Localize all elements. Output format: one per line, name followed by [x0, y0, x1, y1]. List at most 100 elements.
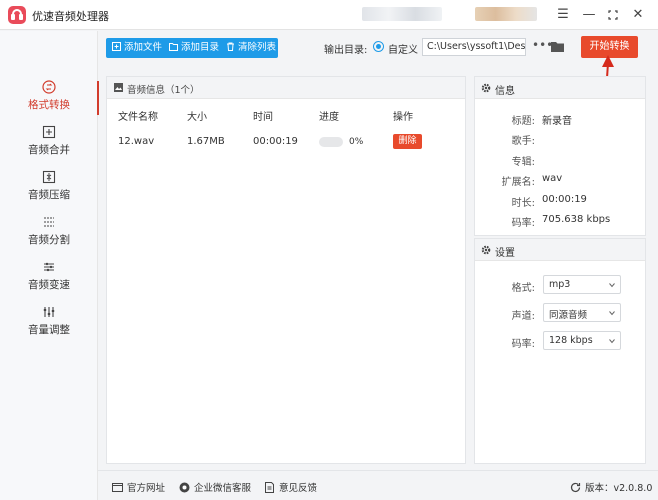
menu-icon[interactable]: ☰ [553, 5, 573, 25]
column-header-size: 大小 [187, 112, 207, 123]
footer: 官方网址 企业微信客服 意见反馈 版本：v2.0.8.0 [98, 470, 658, 500]
output-path-field[interactable]: C:\Users\yssoft1\Deskt [422, 38, 526, 56]
image-icon [114, 83, 123, 92]
folder-icon [169, 43, 178, 51]
column-header-progress: 进度 [319, 112, 339, 123]
merge-icon [42, 125, 56, 139]
version-info: 版本：v2.0.8.0 [570, 480, 652, 494]
sidebar-item-label: 格式转换 [28, 99, 70, 111]
sidebar-item-label: 音频压缩 [28, 189, 70, 201]
sidebar-item-format-convert[interactable]: 格式转换 [0, 75, 99, 120]
gear-icon [481, 83, 491, 93]
info-label-bitrate: 码率: [511, 218, 535, 229]
official-website-label: 官方网址 [127, 483, 166, 494]
sidebar-item-label: 音频合并 [28, 144, 70, 156]
info-title: 信息 [495, 86, 515, 97]
audio-list-panel: 音频信息（1个） 文件名称 大小 时间 进度 操作 12.wav 1.67MB … [106, 76, 466, 464]
progress-text: 0% [349, 137, 364, 147]
add-folder-label: 添加目录 [181, 42, 220, 53]
close-button[interactable]: ✕ [628, 5, 648, 25]
more-options-button[interactable]: ••• [532, 38, 553, 56]
minimize-button[interactable]: — [579, 5, 599, 25]
add-file-icon [112, 42, 121, 51]
info-value-title: 新录音 [542, 116, 572, 127]
column-header-action: 操作 [393, 112, 413, 123]
bitrate-select-value: 128 kbps [549, 335, 593, 346]
volume-icon [43, 307, 55, 317]
split-icon [44, 217, 54, 227]
sidebar-item-compress[interactable]: 音频压缩 [0, 165, 98, 210]
info-value-extension: wav [542, 173, 563, 184]
add-folder-button[interactable]: 添加目录 [169, 38, 219, 58]
info-label-title: 标题: [511, 116, 535, 127]
title-bar: 优速音频处理器 ☰ — ✕ [0, 0, 658, 30]
info-label-album: 专辑: [511, 157, 535, 168]
chevron-down-icon [609, 339, 615, 344]
speed-icon [44, 262, 54, 272]
column-header-name: 文件名称 [118, 112, 158, 123]
info-value-duration: 00:00:19 [542, 194, 587, 205]
clear-list-label: 清除列表 [238, 42, 277, 53]
gear-icon [481, 245, 491, 255]
file-toolbar: 添加文件 添加目录 清除列表 [106, 38, 278, 58]
settings-panel: 设置 格式: mp3 声道: 同源音频 码率: 128 kbps [474, 238, 646, 464]
settings-label-channel: 声道: [511, 311, 535, 322]
info-panel: 信息 标题: 新录音 歌手: 专辑: 扩展名: wav 时长: 00:00:19… [474, 76, 646, 236]
format-select[interactable]: mp3 [543, 275, 621, 294]
add-file-label: 添加文件 [124, 42, 163, 53]
wechat-support-label: 企业微信客服 [194, 483, 252, 494]
channel-select-value: 同源音频 [549, 310, 588, 321]
blurred-region [475, 7, 537, 21]
file-size: 1.67MB [187, 136, 225, 147]
wechat-support-link[interactable]: 企业微信客服 [179, 480, 251, 494]
sidebar-item-merge[interactable]: 音频合并 [0, 120, 98, 165]
clear-list-button[interactable]: 清除列表 [226, 38, 276, 58]
info-label-extension: 扩展名: [501, 177, 535, 188]
settings-label-bitrate: 码率: [511, 339, 535, 350]
sidebar-item-speed[interactable]: 音频变速 [0, 255, 98, 300]
info-label-artist: 歌手: [511, 136, 535, 147]
blurred-region [362, 7, 442, 21]
bitrate-select[interactable]: 128 kbps [543, 331, 621, 350]
file-duration: 00:00:19 [253, 136, 298, 147]
file-name: 12.wav [118, 136, 155, 147]
custom-output-label: 自定义 [388, 45, 418, 56]
version-label: 版本：v2.0.8.0 [585, 483, 653, 494]
sidebar-item-label: 音频分割 [28, 234, 70, 246]
sidebar: 格式转换 音频合并 音频压缩 音频分割 音频变速 音量调整 [0, 31, 99, 500]
audio-list-title: 音频信息（1个） [127, 85, 200, 96]
format-select-value: mp3 [549, 279, 571, 290]
audio-list-header: 音频信息（1个） [107, 77, 465, 99]
info-header: 信息 [475, 77, 645, 99]
open-folder-icon[interactable] [551, 41, 564, 52]
maximize-button[interactable] [603, 5, 623, 25]
website-icon [112, 483, 123, 492]
channel-select[interactable]: 同源音频 [543, 303, 621, 322]
sidebar-item-volume[interactable]: 音量调整 [0, 300, 98, 345]
column-header-time: 时间 [253, 112, 273, 123]
compress-icon [42, 170, 56, 184]
info-label-duration: 时长: [511, 198, 535, 209]
feedback-label: 意见反馈 [279, 483, 318, 494]
custom-output-radio[interactable] [373, 41, 384, 52]
wechat-icon [179, 482, 190, 493]
info-value-bitrate: 705.638 kbps [542, 214, 611, 225]
sidebar-item-label: 音量调整 [28, 324, 70, 336]
app-title: 优速音频处理器 [32, 10, 109, 23]
app-logo-icon [8, 6, 26, 24]
sidebar-item-split[interactable]: 音频分割 [0, 210, 98, 255]
settings-label-format: 格式: [511, 283, 535, 294]
progress-bar [319, 137, 343, 147]
settings-title: 设置 [495, 248, 515, 259]
sidebar-item-label: 音频变速 [28, 279, 70, 291]
add-file-button[interactable]: 添加文件 [112, 38, 162, 58]
official-website-link[interactable]: 官方网址 [112, 480, 165, 494]
settings-header: 设置 [475, 239, 645, 261]
feedback-icon [265, 482, 274, 493]
delete-button[interactable]: 删除 [393, 134, 422, 149]
chevron-down-icon [609, 283, 615, 288]
feedback-link[interactable]: 意见反馈 [264, 480, 317, 494]
refresh-icon [570, 482, 581, 493]
output-directory-label: 输出目录: [324, 45, 368, 56]
format-convert-icon [42, 80, 56, 94]
